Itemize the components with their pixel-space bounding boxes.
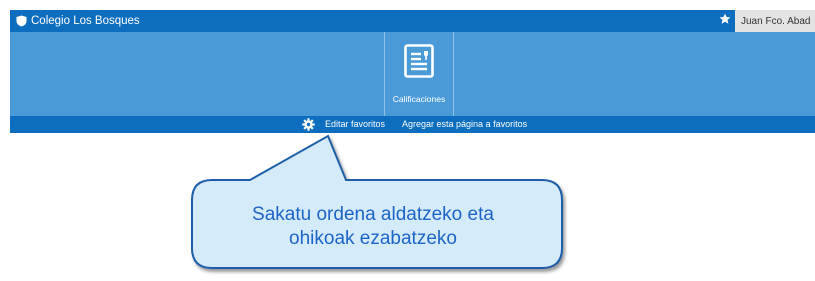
school-brand[interactable]: Colegio Los Bosques (16, 10, 140, 32)
star-icon (719, 12, 731, 30)
user-name: Juan Fco. Abad (741, 15, 811, 27)
school-name: Colegio Los Bosques (31, 15, 140, 27)
favorites-star-button[interactable] (715, 10, 735, 32)
favorites-panel: Calificaciones (10, 32, 815, 116)
favorite-tile-calificaciones[interactable]: Calificaciones (384, 32, 454, 116)
page: Colegio Los Bosques Juan Fco. Abad Calif… (0, 0, 815, 281)
edit-favorites-link[interactable]: Editar favoritos (325, 116, 385, 133)
callout-line-2: ohikoak ezabatzeko (289, 228, 457, 249)
favorite-tile-label: Calificaciones (392, 94, 446, 104)
add-to-favorites-link[interactable]: Agregar esta página a favoritos (402, 116, 527, 133)
shield-icon (16, 15, 27, 27)
document-icon (404, 44, 434, 78)
callout-line-1: Sakatu ordena aldatzeko eta (252, 204, 494, 225)
favorites-toolbar: Editar favoritos Agregar esta página a f… (10, 116, 815, 133)
callout-text: Sakatu ordena aldatzeko eta ohikoak ezab… (190, 203, 556, 251)
gear-icon[interactable] (302, 118, 315, 131)
top-navbar: Colegio Los Bosques Juan Fco. Abad (10, 10, 815, 32)
user-menu[interactable]: Juan Fco. Abad (735, 10, 815, 32)
